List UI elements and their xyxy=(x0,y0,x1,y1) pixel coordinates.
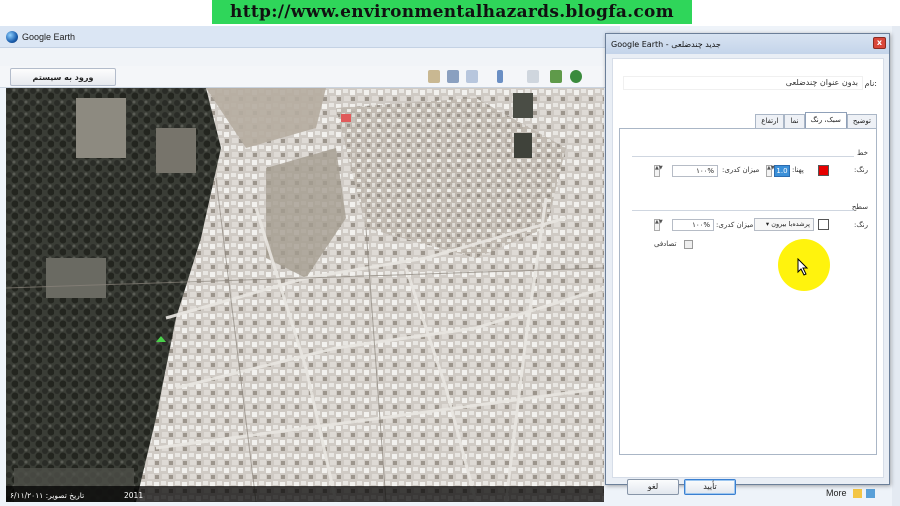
tab-style-color[interactable]: سبک، رنگ xyxy=(804,112,847,128)
map-status-bar xyxy=(6,486,604,502)
area-group-title: سطح xyxy=(851,203,868,211)
more-link[interactable]: More xyxy=(826,488,847,498)
fill-mode-select[interactable]: پرشده‌با بیرون ▾ xyxy=(754,218,814,231)
satellite-imagery xyxy=(6,88,604,502)
chevron-down-icon: ▾ xyxy=(765,220,770,228)
dialog-titlebar: Google Earth - جدید چندضلعی xyxy=(606,34,889,54)
fill-mode-value: پرشده‌با بیرون xyxy=(771,220,810,228)
line-width-label: پهنا: xyxy=(792,166,804,174)
menu-bar xyxy=(0,48,620,66)
google-earth-logo-icon xyxy=(6,30,18,43)
style-color-panel: خط رنگ: پهنا: 1.0 ▲▼ میزان کدری: ۱۰۰% ▲▼… xyxy=(619,128,877,455)
dialog-title: Google Earth - جدید چندضلعی xyxy=(611,39,721,49)
line-color-swatch[interactable] xyxy=(818,165,829,176)
image-icon[interactable] xyxy=(428,70,440,83)
line-group-title: خط xyxy=(857,149,868,157)
right-panel-edge xyxy=(892,26,900,506)
name-field[interactable]: بدون عنوان چندضلعی xyxy=(623,76,863,90)
area-opacity-stepper[interactable]: ▲▼ xyxy=(654,219,663,231)
tab-altitude[interactable]: ارتفاع xyxy=(755,114,785,128)
property-tabs: توضیح سبک، رنگ نما ارتفاع xyxy=(755,112,877,128)
globe-icon[interactable] xyxy=(570,70,582,83)
satellite-map-view[interactable]: تاریخ تصویر: ۶/۱۱/۲۰۱۱ 2011 xyxy=(6,88,604,502)
name-label: نام: xyxy=(864,79,877,88)
line-color-label: رنگ: xyxy=(854,166,868,174)
app-title: Google Earth xyxy=(22,31,76,42)
sidebar-toggle-icon[interactable] xyxy=(497,70,503,83)
imagery-year: 2011 xyxy=(124,491,144,500)
app-titlebar: Google Earth xyxy=(0,26,620,48)
area-opacity-label: میزان کدری: xyxy=(716,221,754,229)
ok-button[interactable]: تأیید xyxy=(684,479,736,495)
cancel-button[interactable]: لغو xyxy=(627,479,679,495)
toolbar: ورود به سیستم xyxy=(0,66,620,88)
map-view-icon[interactable] xyxy=(550,70,562,83)
email-icon[interactable] xyxy=(466,70,478,83)
print-icon[interactable] xyxy=(447,70,459,83)
line-opacity-input[interactable]: ۱۰۰% xyxy=(672,165,718,177)
tab-description[interactable]: توضیح xyxy=(846,114,877,128)
tab-view[interactable]: نما xyxy=(784,114,805,128)
blog-url-text: http://www.environmentalhazards.blogfa.c… xyxy=(230,2,674,22)
close-icon[interactable]: x xyxy=(873,37,886,49)
line-group-divider xyxy=(632,156,854,157)
area-opacity-input[interactable]: ۱۰۰% xyxy=(672,219,714,231)
line-opacity-stepper[interactable]: ▲▼ xyxy=(654,165,663,177)
mouse-cursor-icon xyxy=(797,258,809,276)
area-color-label: رنگ: xyxy=(854,221,868,229)
area-group-divider xyxy=(632,210,854,211)
random-label: تصادفی xyxy=(654,240,677,248)
line-opacity-label: میزان کدری: xyxy=(722,166,760,174)
dialog-body: نام: بدون عنوان چندضلعی توضیح سبک، رنگ ن… xyxy=(612,58,884,495)
new-polygon-dialog: Google Earth - جدید چندضلعی x نام: بدون … xyxy=(605,33,890,495)
area-color-swatch[interactable] xyxy=(818,219,829,230)
random-checkbox[interactable] xyxy=(684,240,693,249)
line-width-input[interactable]: 1.0 xyxy=(774,165,790,177)
folder-icon[interactable] xyxy=(853,489,862,498)
imagery-date: تاریخ تصویر: ۶/۱۱/۲۰۱۱ xyxy=(10,491,85,500)
layers-icon[interactable] xyxy=(866,489,875,498)
sign-in-button[interactable]: ورود به سیستم xyxy=(10,68,116,86)
blog-url-banner: http://www.environmentalhazards.blogfa.c… xyxy=(212,0,692,24)
line-width-stepper[interactable]: ▲▼ xyxy=(766,165,775,177)
ruler-icon[interactable] xyxy=(527,70,539,83)
